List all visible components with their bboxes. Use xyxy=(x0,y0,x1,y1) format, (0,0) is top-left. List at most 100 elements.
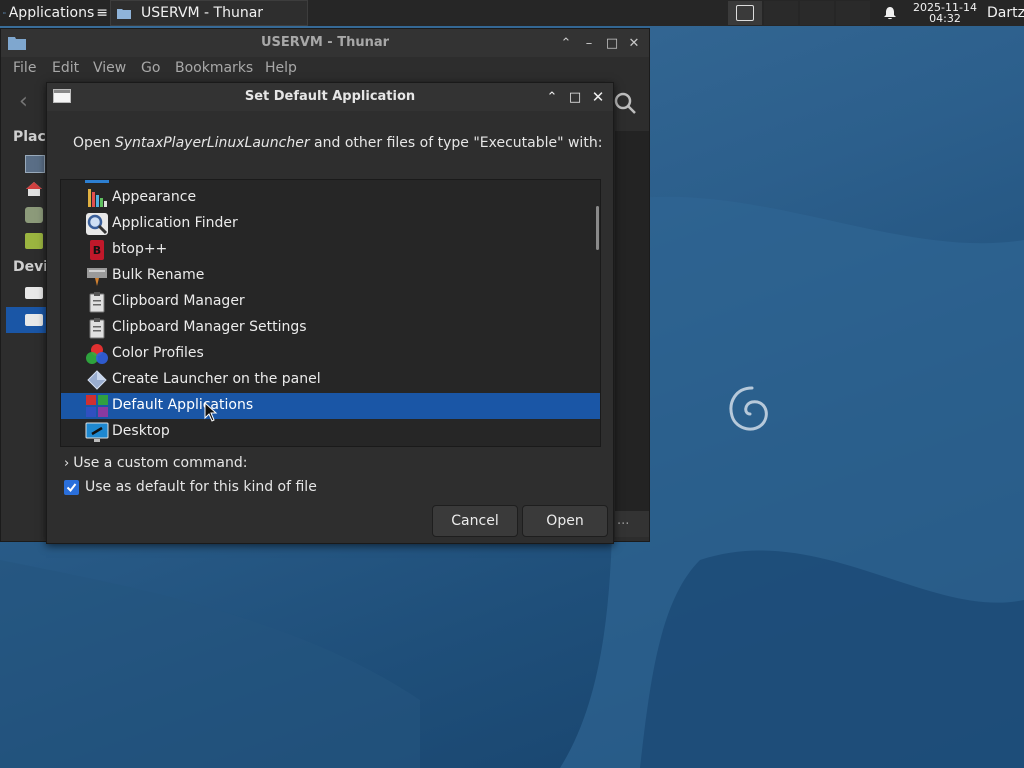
dialog-header: Open SyntaxPlayerLinuxLauncher and other… xyxy=(61,123,602,163)
list-item-label: Color Profiles xyxy=(112,345,204,361)
default-checkbox-row[interactable]: Use as default for this kind of file xyxy=(64,479,317,495)
list-item[interactable]: B btop++ xyxy=(61,237,600,263)
menu-go[interactable]: Go xyxy=(141,60,160,76)
workspace-3-button[interactable] xyxy=(800,1,834,25)
trash-icon[interactable] xyxy=(25,233,43,249)
bell-icon xyxy=(884,7,896,20)
application-list[interactable]: Appearance Application Finder B btop++ B… xyxy=(60,179,601,447)
list-item-label: Appearance xyxy=(112,189,197,205)
workspace-window-icon xyxy=(736,5,754,21)
search-icon[interactable] xyxy=(613,91,637,115)
taskbar-thunar-label: USERVM - Thunar xyxy=(141,5,264,21)
clock[interactable]: 2025-11-14 04:32 xyxy=(908,0,982,26)
list-item-label: Default Applications xyxy=(112,397,254,413)
prompt-suffix: and other files of type "Executable" wit… xyxy=(309,135,603,151)
back-arrow-icon[interactable]: ‹ xyxy=(19,89,28,114)
home-icon[interactable] xyxy=(25,181,43,197)
list-item[interactable]: Appearance xyxy=(61,185,600,211)
list-item[interactable]: Color Profiles xyxy=(61,341,600,367)
list-item-label: Clipboard Manager Settings xyxy=(112,319,307,335)
list-item-label: Desktop xyxy=(112,423,170,439)
list-item[interactable]: Create Launcher on the panel xyxy=(61,367,600,393)
devices-heading: Devi xyxy=(13,259,49,275)
maximize-icon[interactable]: □ xyxy=(603,34,621,52)
list-item[interactable]: Clipboard Manager xyxy=(61,289,600,315)
clipboard-icon xyxy=(89,292,105,313)
bulk-rename-icon xyxy=(87,268,107,286)
desktop-icon xyxy=(85,422,109,442)
menu-bookmarks[interactable]: Bookmarks xyxy=(175,60,253,76)
list-item-selected[interactable]: Default Applications xyxy=(61,393,600,419)
list-item[interactable]: Application Finder xyxy=(61,211,600,237)
minimize-icon[interactable]: – xyxy=(580,34,598,52)
clipboard-icon xyxy=(89,318,105,339)
list-item-label: Application Finder xyxy=(112,215,238,231)
top-panel: Applications ≡ USERVM - Thunar 2025-11-1… xyxy=(0,0,1024,26)
places-heading: Plac xyxy=(13,129,46,145)
menu-view[interactable]: View xyxy=(93,60,126,76)
filesystem-icon[interactable] xyxy=(25,207,43,223)
notifications-bell-icon[interactable] xyxy=(880,0,900,26)
checkmark-icon xyxy=(66,482,77,492)
default-apps-icon xyxy=(86,395,108,417)
maximize-icon[interactable]: □ xyxy=(566,88,584,106)
dialog-titlebar[interactable]: Set Default Application ⌃ □ ✕ xyxy=(47,83,613,111)
appearance-icon xyxy=(88,189,107,207)
list-item-label: btop++ xyxy=(112,241,168,257)
status-more: ... xyxy=(617,513,630,528)
menu-help[interactable]: Help xyxy=(265,60,297,76)
custom-command-label: Use a custom command: xyxy=(73,455,248,471)
taskbar-thunar-button[interactable]: USERVM - Thunar xyxy=(110,0,308,26)
applications-menu-indicator: ≡ xyxy=(96,5,108,21)
user-name: Dartz xyxy=(987,5,1024,21)
thunar-sidebar: Plac Devi xyxy=(1,121,50,521)
computer-icon[interactable] xyxy=(25,155,45,173)
drive-icon[interactable] xyxy=(25,287,43,299)
color-profiles-icon xyxy=(86,344,108,364)
chevron-right-icon: › xyxy=(64,455,70,471)
btop-icon: B xyxy=(90,240,104,260)
debian-swirl-logo xyxy=(729,386,768,431)
custom-command-expander[interactable]: › Use a custom command: xyxy=(64,455,247,471)
menu-edit[interactable]: Edit xyxy=(52,60,79,76)
thunar-menubar: File Edit View Go Bookmarks Help xyxy=(1,57,649,81)
drive-icon[interactable] xyxy=(25,314,43,326)
list-item[interactable]: Bulk Rename xyxy=(61,263,600,289)
default-checkbox-label: Use as default for this kind of file xyxy=(85,479,317,495)
user-menu-button[interactable]: Dartz xyxy=(987,0,1024,26)
list-item[interactable]: Desktop xyxy=(61,419,600,445)
partial-row-icon xyxy=(85,180,109,183)
mouse-cursor-icon xyxy=(204,402,218,422)
set-default-application-dialog: Set Default Application ⌃ □ ✕ Open Synta… xyxy=(46,82,614,544)
workspace-2-button[interactable] xyxy=(764,1,798,25)
cancel-button[interactable]: Cancel xyxy=(432,505,518,537)
launcher-icon xyxy=(87,370,107,390)
open-button[interactable]: Open xyxy=(522,505,608,537)
close-icon[interactable]: ✕ xyxy=(625,34,643,52)
shade-icon[interactable]: ⌃ xyxy=(543,88,561,106)
dialog-prompt: Open SyntaxPlayerLinuxLauncher and other… xyxy=(73,135,602,151)
shade-icon[interactable]: ⌃ xyxy=(557,34,575,52)
list-scrollbar[interactable] xyxy=(596,206,599,250)
list-item[interactable]: Clipboard Manager Settings xyxy=(61,315,600,341)
dialog-title: Set Default Application xyxy=(244,89,416,104)
magnifier-icon xyxy=(86,213,108,235)
list-item-label: Clipboard Manager xyxy=(112,293,245,309)
list-item-label: Create Launcher on the panel xyxy=(112,371,321,387)
applications-menu-button[interactable]: Applications ≡ xyxy=(0,0,108,26)
menu-file[interactable]: File xyxy=(13,60,36,76)
workspace-1-button[interactable] xyxy=(728,1,762,25)
folder-icon xyxy=(117,9,131,19)
workspace-4-button[interactable] xyxy=(836,1,870,25)
thunar-statusbar: ... xyxy=(615,511,649,537)
clock-time: 04:32 xyxy=(929,12,961,25)
svg-text:B: B xyxy=(93,244,101,257)
default-checkbox[interactable] xyxy=(64,479,79,495)
close-icon[interactable]: ✕ xyxy=(589,88,607,106)
list-item-label: Bulk Rename xyxy=(112,267,205,283)
prompt-file-name: SyntaxPlayerLinuxLauncher xyxy=(114,135,310,151)
thunar-titlebar[interactable]: USERVM - Thunar ⌃ – □ ✕ xyxy=(1,29,649,57)
prompt-prefix: Open xyxy=(73,135,115,151)
thunar-title: USERVM - Thunar xyxy=(260,35,390,50)
thunar-file-view[interactable] xyxy=(615,131,649,511)
